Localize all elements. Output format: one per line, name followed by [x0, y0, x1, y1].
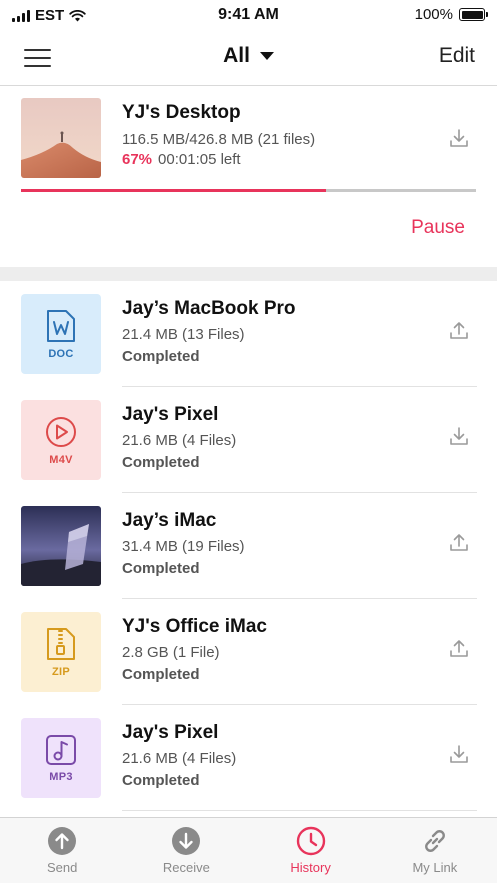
badge-label: M4V — [49, 454, 73, 466]
transfer-title: YJ's Desktop — [122, 102, 241, 123]
link-icon — [424, 830, 445, 852]
receive-icon — [172, 827, 201, 855]
item-size: 21.6 MB (4 Files) — [122, 750, 237, 767]
item-title: Jay’s iMac — [122, 510, 217, 531]
photo-thumbnail — [21, 506, 101, 586]
item-size: 31.4 MB (19 Files) — [122, 538, 245, 555]
tab-label: History — [290, 860, 331, 875]
status-right: 100% — [414, 6, 488, 23]
tab-receive[interactable]: Receive — [124, 818, 248, 883]
active-transfer[interactable]: YJ's Desktop 116.5 MB/426.8 MB (21 files… — [0, 86, 497, 267]
download-icon[interactable] — [448, 425, 470, 447]
transfer-percent: 67% — [122, 151, 153, 168]
filter-dropdown-toggle[interactable]: All — [223, 44, 274, 68]
item-title: Jay’s MacBook Pro — [122, 298, 296, 319]
caret-down-icon — [259, 52, 274, 60]
doc-icon — [47, 310, 75, 342]
zip-icon — [47, 628, 75, 660]
list-item[interactable]: M4V Jay's Pixel 21.6 MB (4 Files) Comple… — [0, 387, 497, 493]
item-status: Completed — [122, 348, 200, 365]
item-title: Jay's Pixel — [122, 404, 219, 425]
item-status: Completed — [122, 560, 200, 577]
video-icon — [46, 417, 76, 447]
item-size: 21.4 MB (13 Files) — [122, 326, 245, 343]
upload-icon[interactable] — [448, 637, 470, 659]
item-status: Completed — [122, 666, 200, 683]
desktop-thumbnail — [21, 98, 101, 178]
transfer-progress-text: 67% 00:01:05 left — [122, 151, 241, 168]
list-item[interactable]: DOC Jay’s MacBook Pro 21.4 MB (13 Files)… — [0, 281, 497, 387]
item-status: Completed — [122, 454, 200, 471]
m4v-badge: M4V — [21, 400, 101, 480]
download-icon[interactable] — [448, 127, 470, 149]
upload-icon[interactable] — [448, 531, 470, 553]
tab-my-link[interactable]: My Link — [373, 818, 497, 883]
status-bar: EST 9:41 AM 100% — [0, 0, 497, 32]
nav-title: All — [223, 44, 250, 67]
list-item[interactable]: ZIP YJ's Office iMac 2.8 GB (1 File) Com… — [0, 599, 497, 705]
download-icon[interactable] — [448, 743, 470, 765]
doc-badge: DOC — [21, 294, 101, 374]
upload-icon[interactable] — [448, 319, 470, 341]
battery-percent: 100% — [414, 6, 453, 23]
tab-history[interactable]: History — [249, 818, 373, 883]
send-icon — [48, 827, 77, 855]
item-status: Completed — [122, 772, 200, 789]
tab-label: My Link — [412, 860, 458, 875]
item-title: YJ's Office iMac — [122, 616, 267, 637]
pause-button[interactable]: Pause — [411, 217, 465, 239]
progress-bar — [21, 189, 476, 192]
tab-label: Send — [46, 860, 78, 875]
transfer-time-left: 00:01:05 left — [158, 151, 241, 168]
music-icon — [46, 735, 76, 765]
nav-bar: All Edit — [0, 32, 497, 86]
item-size: 2.8 GB (1 File) — [122, 644, 220, 661]
tab-bar: Send Receive History My Link — [0, 817, 497, 883]
badge-label: MP3 — [49, 771, 73, 783]
badge-label: ZIP — [51, 666, 70, 678]
tab-label: Receive — [162, 860, 210, 875]
filter-dropdown: All — [0, 44, 497, 68]
history-list: DOC Jay’s MacBook Pro 21.4 MB (13 Files)… — [0, 281, 497, 811]
badge-label: DOC — [48, 348, 74, 360]
list-item[interactable]: MP3 Jay's Pixel 21.6 MB (4 Files) Comple… — [0, 705, 497, 811]
battery-icon — [459, 8, 488, 21]
item-size: 21.6 MB (4 Files) — [122, 432, 237, 449]
progress-fill — [21, 189, 326, 192]
item-title: Jay's Pixel — [122, 722, 219, 743]
row-divider — [122, 810, 477, 811]
edit-button[interactable]: Edit — [439, 44, 475, 68]
tab-send[interactable]: Send — [0, 818, 124, 883]
history-icon — [296, 826, 325, 856]
transfer-size: 116.5 MB/426.8 MB (21 files) — [122, 131, 316, 148]
zip-badge: ZIP — [21, 612, 101, 692]
list-item[interactable]: Jay’s iMac 31.4 MB (19 Files) Completed — [0, 493, 497, 599]
mp3-badge: MP3 — [21, 718, 101, 798]
section-divider — [0, 267, 497, 281]
